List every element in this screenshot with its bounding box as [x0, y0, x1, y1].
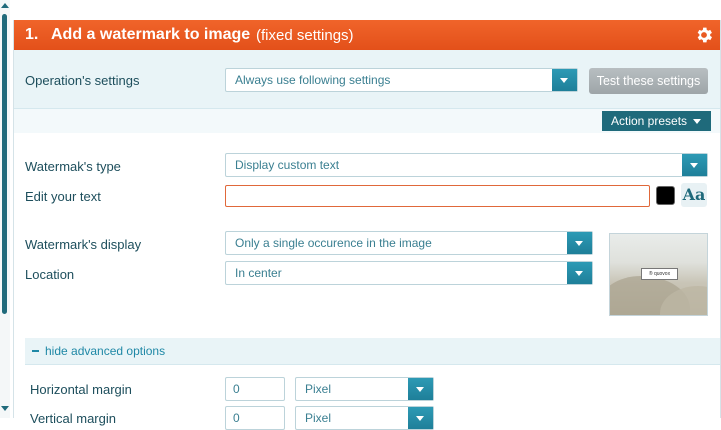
chevron-down-icon[interactable]: [567, 262, 592, 284]
step-number: 1.: [25, 26, 39, 43]
location-value: In center: [235, 266, 282, 280]
watermark-display-label: Watermark's display: [25, 237, 142, 252]
watermark-operation-panel: 1. Add a watermark to image (fixed setti…: [13, 20, 721, 430]
advanced-options-label[interactable]: hide advanced options: [45, 344, 165, 358]
action-presets-button[interactable]: Action presets: [602, 111, 711, 131]
location-select[interactable]: In center: [225, 261, 593, 285]
watermark-display-select[interactable]: Only a single occurence in the image: [225, 231, 593, 255]
minus-icon: [32, 350, 39, 352]
vertical-margin-unit: Pixel: [305, 411, 332, 425]
chevron-down-icon[interactable]: [567, 232, 592, 254]
vertical-margin-unit-select[interactable]: Pixel: [295, 406, 434, 430]
panel-subtitle: (fixed settings): [256, 27, 354, 44]
gear-icon[interactable]: [694, 25, 714, 45]
watermark-type-label: Watermak's type: [25, 159, 121, 174]
watermark-type-select[interactable]: Display custom text: [225, 153, 708, 177]
chevron-down-icon[interactable]: [408, 378, 433, 400]
scroll-up-arrow-icon[interactable]: [1, 2, 9, 10]
chevron-down-icon[interactable]: [552, 69, 577, 91]
chevron-down-icon[interactable]: [682, 154, 707, 176]
location-label: Location: [25, 267, 75, 282]
operation-settings-value: Always use following settings: [235, 73, 391, 87]
horizontal-margin-input[interactable]: 0: [225, 377, 285, 401]
preview-watermark-tag: ® quovox: [641, 268, 678, 280]
action-presets-label: Action presets: [611, 114, 688, 128]
watermark-display-value: Only a single occurence in the image: [235, 236, 432, 250]
edit-text-label: Edit your text: [25, 189, 101, 204]
vertical-scrollbar[interactable]: [0, 0, 10, 418]
horizontal-margin-unit-select[interactable]: Pixel: [295, 377, 434, 401]
horizontal-margin-unit: Pixel: [305, 382, 332, 396]
horizontal-margin-label: Horizontal margin: [30, 382, 132, 397]
caret-down-icon: [693, 119, 701, 124]
panel-title: Add a watermark to image: [51, 26, 251, 43]
vertical-margin-value: 0: [233, 411, 240, 425]
scrollbar-thumb[interactable]: [2, 14, 7, 314]
text-color-swatch[interactable]: [656, 186, 675, 205]
operation-settings-select[interactable]: Always use following settings: [225, 68, 578, 92]
watermark-text-input[interactable]: [225, 185, 650, 207]
test-settings-button[interactable]: Test these settings: [589, 68, 708, 94]
advanced-options-toggle[interactable]: hide advanced options: [25, 338, 720, 365]
horizontal-margin-value: 0: [233, 382, 240, 396]
watermark-type-value: Display custom text: [235, 158, 340, 172]
scroll-down-arrow-icon[interactable]: [1, 405, 9, 413]
vertical-margin-label: Vertical margin: [30, 411, 116, 426]
chevron-down-icon[interactable]: [408, 407, 433, 429]
vertical-margin-input[interactable]: 0: [225, 406, 285, 430]
font-settings-button[interactable]: Aa: [681, 183, 707, 207]
watermark-preview-image: ® quovox: [609, 233, 708, 316]
panel-header: 1. Add a watermark to image (fixed setti…: [14, 20, 720, 50]
operation-settings-label: Operation's settings: [25, 73, 140, 88]
